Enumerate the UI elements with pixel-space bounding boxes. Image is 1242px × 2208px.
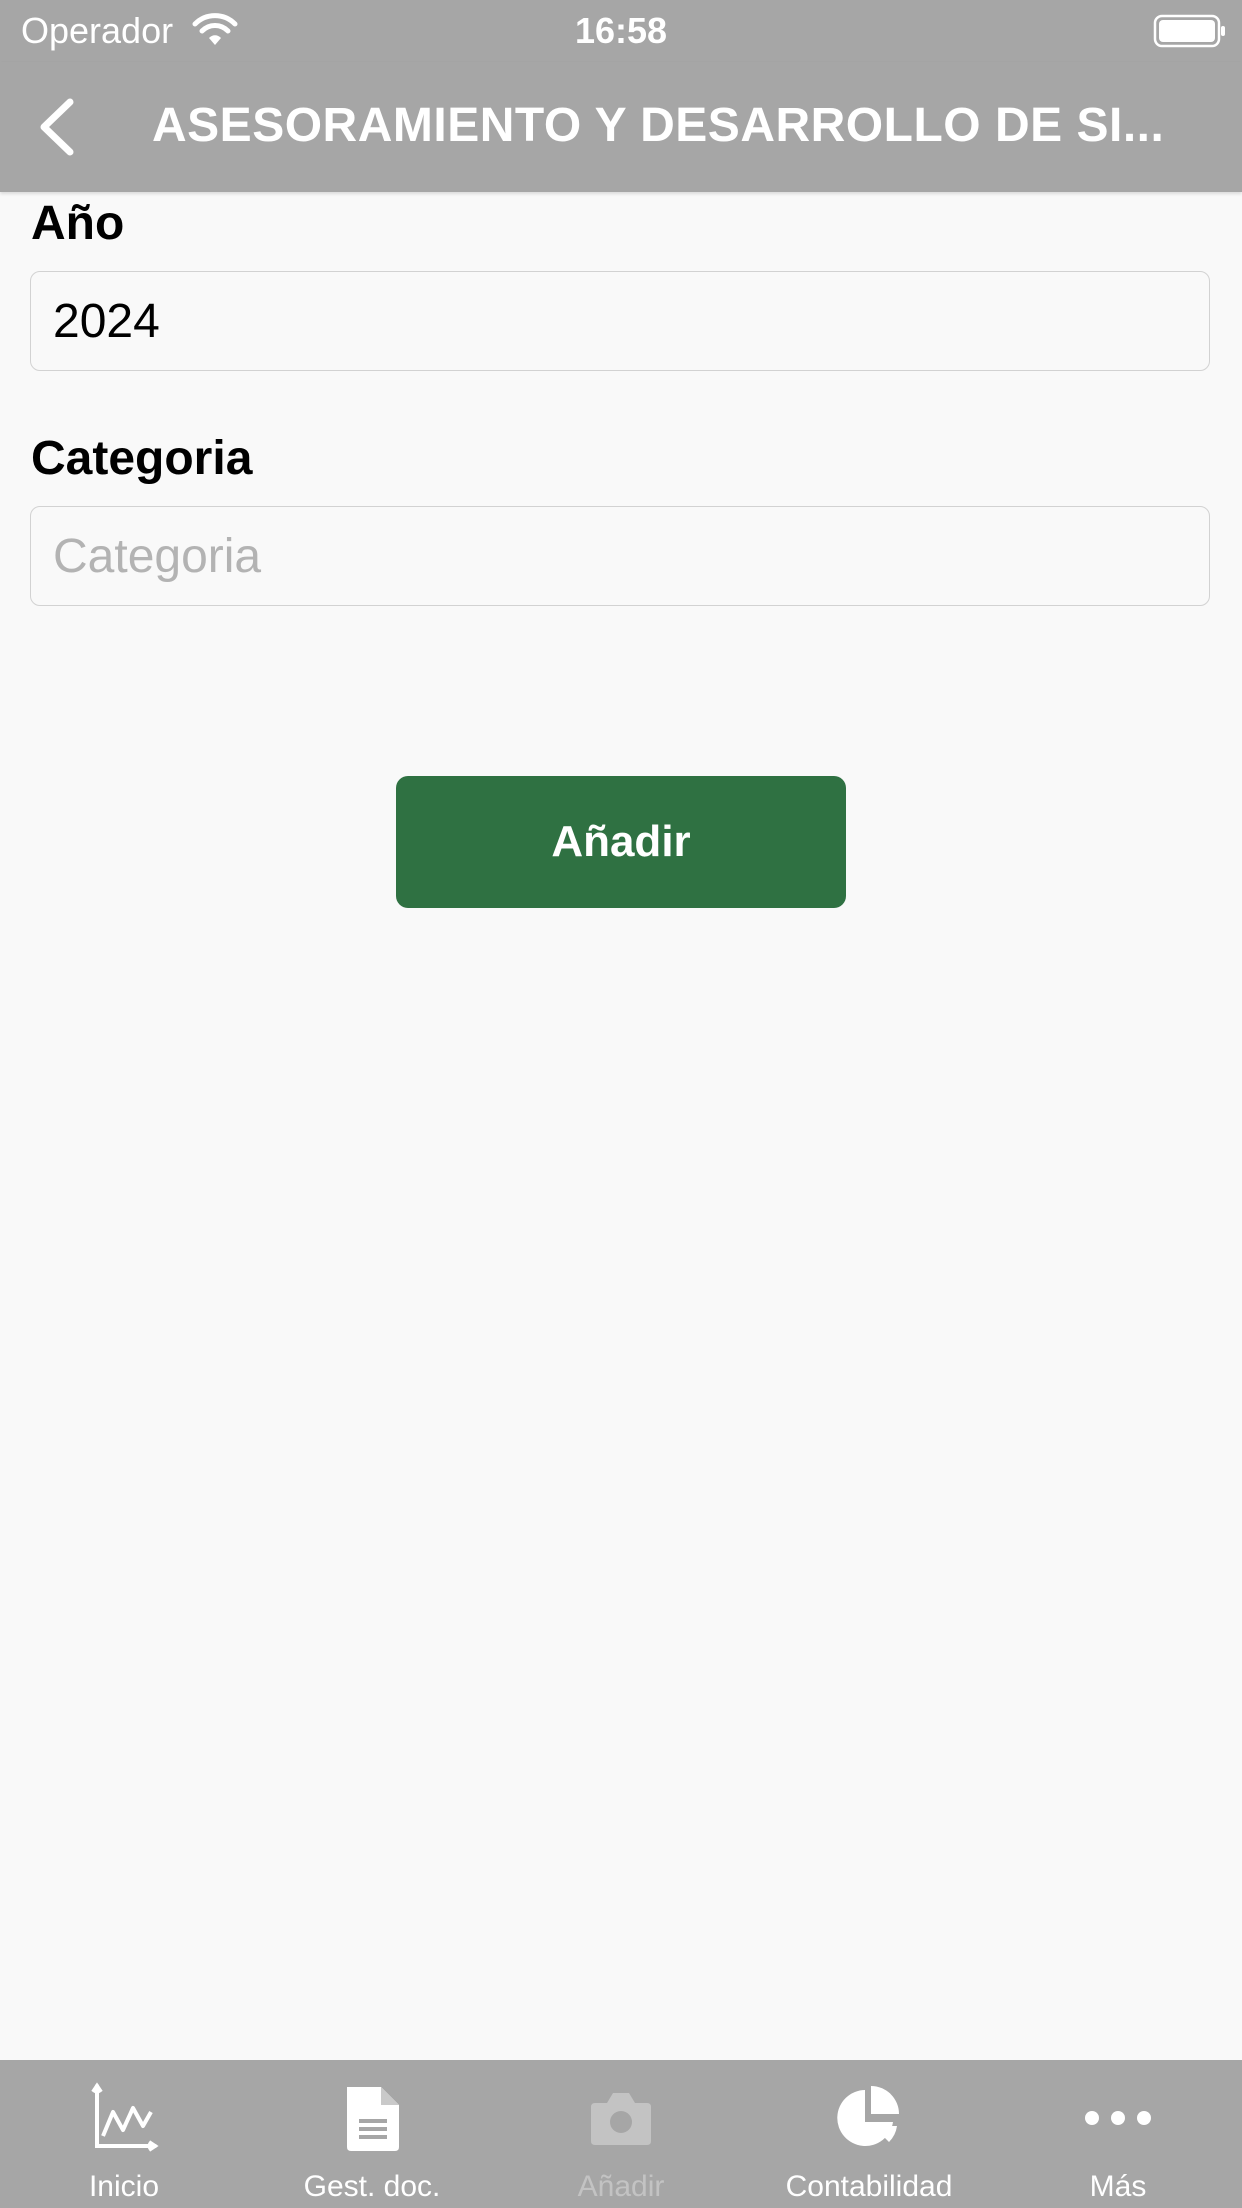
more-icon bbox=[1085, 2111, 1151, 2125]
pie-chart-icon bbox=[837, 2086, 899, 2146]
chevron-left-icon bbox=[40, 98, 74, 156]
back-button[interactable] bbox=[30, 92, 90, 162]
tab-inicio-label: Inicio bbox=[88, 2170, 160, 2203]
tab-anadir[interactable]: Añadir bbox=[497, 2060, 745, 2208]
tab-contabilidad[interactable]: Contabilidad bbox=[745, 2060, 993, 2208]
tab-gest-doc[interactable]: Gest. doc. bbox=[248, 2060, 496, 2208]
document-icon bbox=[347, 2087, 399, 2151]
tab-mas[interactable]: Más bbox=[994, 2060, 1242, 2208]
year-input[interactable] bbox=[30, 271, 1210, 371]
battery-icon bbox=[1153, 14, 1227, 53]
page-title: ASESORAMIENTO Y DESARROLLO DE SI... bbox=[152, 99, 1165, 152]
tab-contabilidad-label: Contabilidad bbox=[785, 2170, 953, 2203]
add-button[interactable]: Añadir bbox=[396, 776, 846, 908]
chart-line-icon bbox=[91, 2082, 159, 2152]
tab-mas-label: Más bbox=[1089, 2170, 1147, 2203]
status-time: 16:58 bbox=[574, 10, 668, 51]
tab-bar: Inicio Gest. doc. Añadir Contabilidad Má… bbox=[0, 2060, 1242, 2208]
tab-anadir-label: Añadir bbox=[577, 2170, 665, 2203]
tab-gest-doc-label: Gest. doc. bbox=[303, 2170, 441, 2203]
navigation-bar: ASESORAMIENTO Y DESARROLLO DE SI... bbox=[0, 62, 1242, 192]
tab-inicio[interactable]: Inicio bbox=[0, 2060, 248, 2208]
camera-icon bbox=[591, 2093, 651, 2145]
category-label: Categoria bbox=[31, 432, 253, 485]
status-bar: Operador 16:58 bbox=[0, 0, 1242, 62]
category-input[interactable] bbox=[30, 506, 1210, 606]
year-label: Año bbox=[31, 197, 125, 250]
